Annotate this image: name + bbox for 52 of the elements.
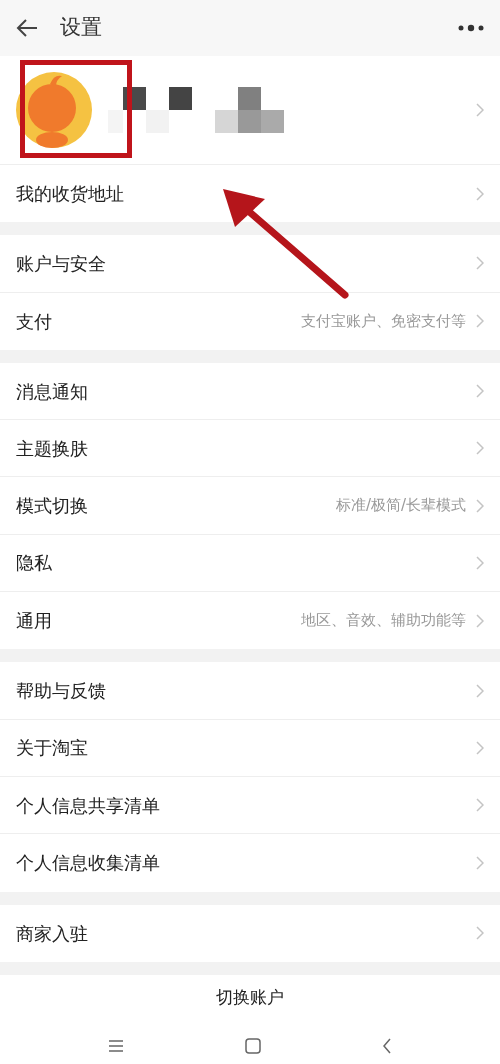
- chevron-icon: [476, 186, 484, 201]
- row-label: 账户与安全: [16, 251, 106, 276]
- settings-row[interactable]: 关于淘宝: [0, 719, 500, 777]
- menu-icon[interactable]: [108, 1038, 125, 1053]
- row-label: 主题换肤: [16, 436, 88, 461]
- settings-row[interactable]: 帮助与反馈: [0, 662, 500, 720]
- settings-row[interactable]: 主题换肤: [0, 420, 500, 478]
- chevron-icon: [476, 855, 484, 870]
- row-label: 隐私: [16, 551, 52, 576]
- settings-row[interactable]: 隐私: [0, 534, 500, 593]
- settings-row[interactable]: 我的收货地址: [0, 165, 500, 223]
- settings-row[interactable]: 支付 支付宝账户、免密支付等: [0, 292, 500, 350]
- row-label: 支付: [16, 309, 52, 334]
- row-label: 关于淘宝: [16, 736, 88, 761]
- settings-row[interactable]: 商家入驻: [0, 904, 500, 962]
- settings-row[interactable]: 个人信息收集清单: [0, 834, 500, 892]
- row-label: 通用: [16, 609, 52, 634]
- row-hint: 标准/极简/长辈模式: [335, 495, 466, 517]
- avatar-icon: [16, 72, 92, 148]
- chevron-icon: [476, 441, 484, 456]
- back-icon[interactable]: [16, 19, 38, 37]
- chevron-icon: [476, 740, 484, 755]
- settings-row[interactable]: 消息通知: [0, 362, 500, 421]
- row-label: 帮助与反馈: [16, 679, 106, 703]
- chevron-icon: [476, 798, 484, 813]
- home-icon[interactable]: [245, 1037, 261, 1054]
- chevron-icon: [476, 103, 484, 117]
- settings-row[interactable]: 个人信息共享清单: [0, 776, 500, 835]
- chevron-icon: [476, 384, 484, 399]
- back-icon[interactable]: [381, 1037, 392, 1054]
- row-label: 个人信息共享清单: [16, 793, 160, 818]
- settings-row[interactable]: 模式切换 标准/极简/长辈模式: [0, 477, 500, 535]
- more-icon[interactable]: [458, 24, 484, 32]
- chevron-icon: [476, 314, 484, 329]
- settings-row[interactable]: 账户与安全: [0, 235, 500, 293]
- row-label: 消息通知: [16, 379, 88, 404]
- settings-row[interactable]: 通用 地区、音效、辅助功能等: [0, 592, 500, 650]
- chevron-icon: [476, 555, 484, 570]
- chevron-icon: [476, 926, 484, 941]
- row-hint: 地区、音效、辅助功能等: [301, 610, 466, 632]
- switch-account-button[interactable]: 切换账户: [216, 985, 284, 1011]
- chevron-icon: [476, 683, 484, 698]
- chevron-icon: [476, 256, 484, 271]
- chevron-icon: [476, 498, 484, 513]
- row-label: 商家入驻: [16, 921, 88, 946]
- chevron-icon: [476, 613, 484, 628]
- profile-row[interactable]: [0, 56, 500, 165]
- row-label: 个人信息收集清单: [16, 851, 160, 876]
- page-title: 设置: [60, 14, 102, 42]
- row-label: 我的收货地址: [16, 182, 124, 207]
- row-hint: 支付宝账户、免密支付等: [301, 311, 466, 332]
- row-label: 模式切换: [16, 494, 88, 519]
